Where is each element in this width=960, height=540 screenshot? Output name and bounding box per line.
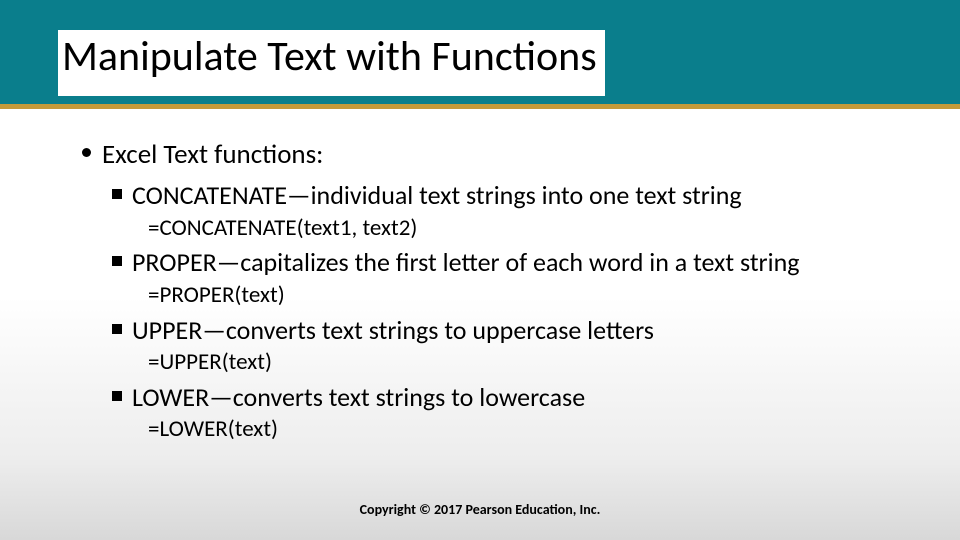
bullet-square-icon [112, 189, 122, 199]
function-heading: UPPER—converts text strings to uppercase… [132, 314, 654, 346]
function-syntax: =UPPER(text) [148, 348, 920, 377]
function-heading: CONCATENATE—individual text strings into… [132, 179, 742, 211]
content-area: Excel Text functions: CONCATENATE—indivi… [82, 138, 920, 446]
intro-bullet: Excel Text functions: [82, 138, 920, 171]
function-item: PROPER—capitalizes the first letter of e… [112, 246, 920, 279]
function-item: CONCATENATE—individual text strings into… [112, 179, 920, 212]
bullet-square-icon [112, 256, 122, 266]
function-item: UPPER—converts text strings to uppercase… [112, 314, 920, 347]
bullet-square-icon [112, 324, 122, 334]
function-syntax: =LOWER(text) [148, 415, 920, 444]
function-heading: LOWER—converts text strings to lowercase [132, 381, 585, 413]
function-heading: PROPER—capitalizes the first letter of e… [132, 246, 799, 278]
intro-text: Excel Text functions: [102, 138, 323, 171]
function-item: LOWER—converts text strings to lowercase [112, 381, 920, 414]
bullet-square-icon [112, 391, 122, 401]
slide-title: Manipulate Text with Functions [58, 30, 605, 96]
function-syntax: =CONCATENATE(text1, text2) [148, 214, 920, 243]
slide: Manipulate Text with Functions Excel Tex… [0, 0, 960, 540]
bullet-dot-icon [82, 148, 91, 157]
accent-line [0, 104, 960, 109]
function-syntax: =PROPER(text) [148, 281, 920, 310]
copyright-footer: Copyright © 2017 Pearson Education, Inc. [0, 501, 960, 518]
